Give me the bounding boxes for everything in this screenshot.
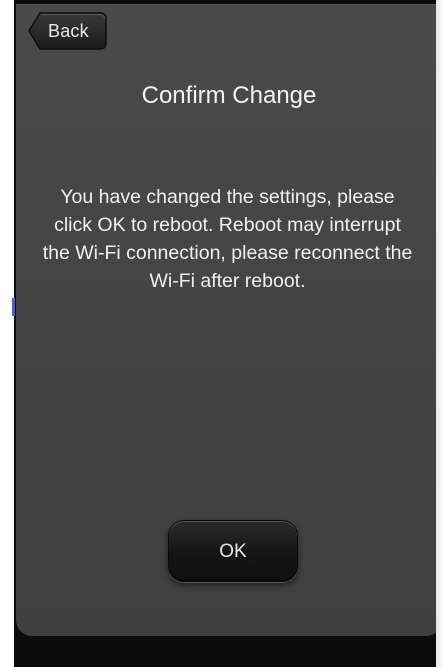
- ok-button[interactable]: OK: [168, 520, 298, 582]
- dialog-title: Confirm Change: [141, 82, 317, 109]
- back-button-label: Back: [48, 21, 89, 41]
- edge-marker: [12, 298, 15, 316]
- ok-button-label: OK: [219, 541, 247, 562]
- dialog-message: You have changed the settings, please cl…: [42, 186, 413, 292]
- back-button[interactable]: Back: [28, 11, 108, 51]
- screenshot-edge: [436, 0, 442, 667]
